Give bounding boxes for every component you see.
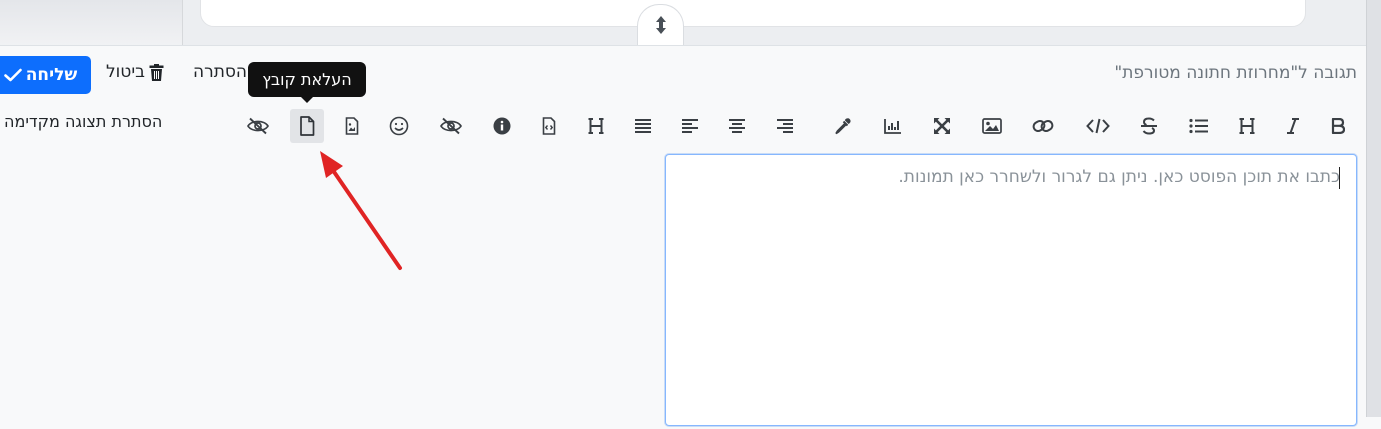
- annotation-arrow: [320, 151, 402, 270]
- composer-resize-handle[interactable]: [637, 4, 684, 45]
- resize-vertical-icon: [655, 16, 666, 34]
